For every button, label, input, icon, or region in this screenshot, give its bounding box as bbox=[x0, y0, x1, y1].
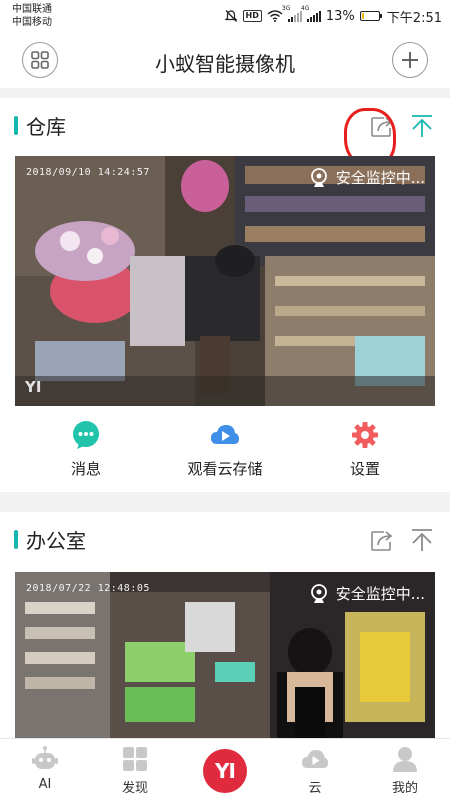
video-timestamp: 2018/07/22 12:48:05 bbox=[26, 583, 150, 594]
status-icons: HD 3G 4G 13% 下午2:51 bbox=[224, 5, 442, 26]
camera-name: 仓库 bbox=[26, 115, 66, 139]
carrier-info: 中国联通 中国移动 bbox=[12, 3, 52, 29]
camera-actions: 消息 观看云存储 设置 bbox=[0, 420, 450, 480]
profile-icon bbox=[393, 747, 417, 772]
accent-bar bbox=[14, 116, 18, 135]
message-icon bbox=[73, 421, 99, 449]
settings-label: 设置 bbox=[349, 460, 380, 478]
clock: 下午2:51 bbox=[386, 10, 442, 26]
mute-icon bbox=[224, 10, 237, 22]
camera-live-preview[interactable]: 2018/09/10 14:24:57 安全监控中... YI bbox=[15, 156, 435, 406]
tab-yi-home[interactable]: YI bbox=[203, 749, 247, 793]
pin-to-top-icon[interactable] bbox=[408, 112, 436, 140]
monitoring-status: 安全监控中... bbox=[310, 583, 425, 604]
camera-icon bbox=[310, 167, 327, 187]
messages-button[interactable]: 消息 bbox=[16, 420, 156, 479]
accent-bar bbox=[14, 530, 18, 549]
tab-label: AI bbox=[38, 777, 52, 792]
monitoring-status-text: 安全监控中... bbox=[335, 169, 425, 187]
camera-icon bbox=[310, 583, 327, 603]
status-bar: 中国联通 中国移动 HD 3G 4G 13% 下午2:51 bbox=[0, 0, 450, 34]
messages-label: 消息 bbox=[70, 460, 101, 478]
battery-icon bbox=[359, 11, 382, 21]
monitoring-status: 安全监控中... bbox=[310, 167, 425, 188]
discover-grid-icon bbox=[123, 747, 147, 771]
settings-button[interactable]: 设置 bbox=[295, 420, 435, 479]
hd-icon: HD bbox=[242, 10, 262, 22]
cloud-storage-label: 观看云存储 bbox=[187, 460, 263, 478]
pin-to-top-icon[interactable] bbox=[408, 526, 436, 554]
tab-cloud[interactable]: 云 bbox=[275, 745, 355, 796]
camera-card-header: 仓库 bbox=[0, 108, 450, 168]
plus-icon bbox=[402, 52, 418, 68]
tab-label: 云 bbox=[308, 781, 322, 796]
tab-profile[interactable]: 我的 bbox=[365, 745, 445, 796]
tab-ai[interactable]: AI bbox=[5, 745, 85, 792]
cloud-play-icon bbox=[211, 425, 239, 444]
bottom-tab-bar: AI 发现 YI 云 我的 bbox=[0, 738, 450, 800]
yi-watermark: YI bbox=[25, 378, 42, 396]
net-3g-label: 3G bbox=[281, 5, 291, 12]
battery-percent: 13% bbox=[325, 8, 355, 24]
video-timestamp: 2018/09/10 14:24:57 bbox=[26, 167, 150, 178]
monitoring-status-text: 安全监控中... bbox=[335, 585, 425, 603]
tab-discover[interactable]: 发现 bbox=[95, 745, 175, 796]
camera-card-warehouse: 仓库 2018/09/10 14:24:57 安全监控中... YI 消息 观看… bbox=[0, 98, 450, 492]
settings-gear-icon bbox=[352, 422, 378, 448]
share-icon[interactable] bbox=[368, 526, 396, 554]
camera-card-header: 办公室 bbox=[0, 522, 450, 558]
cloud-play-icon bbox=[302, 750, 328, 768]
net-4g-label: 4G bbox=[300, 5, 310, 12]
tab-label: 我的 bbox=[391, 781, 418, 796]
yi-logo: YI bbox=[215, 759, 236, 783]
robot-icon bbox=[32, 746, 58, 769]
camera-name: 办公室 bbox=[26, 529, 86, 553]
signal-icon-4g: 4G bbox=[301, 5, 321, 22]
signal-icon-3g: 3G bbox=[282, 5, 302, 22]
tab-label: 发现 bbox=[121, 781, 148, 796]
app-header: 小蚁智能摄像机 bbox=[0, 34, 450, 88]
carrier-2: 中国移动 bbox=[12, 17, 52, 28]
camera-video-frame bbox=[15, 156, 435, 406]
wifi-icon bbox=[267, 10, 283, 22]
camera-card-office: 办公室 2018/07/22 12:48:05 安全监控中... bbox=[0, 512, 450, 738]
cloud-storage-button[interactable]: 观看云存储 bbox=[155, 420, 295, 479]
camera-live-preview[interactable]: 2018/07/22 12:48:05 安全监控中... bbox=[15, 572, 435, 738]
carrier-1: 中国联通 bbox=[12, 4, 52, 15]
page-title: 小蚁智能摄像机 bbox=[155, 52, 295, 76]
add-device-button[interactable] bbox=[392, 42, 428, 78]
